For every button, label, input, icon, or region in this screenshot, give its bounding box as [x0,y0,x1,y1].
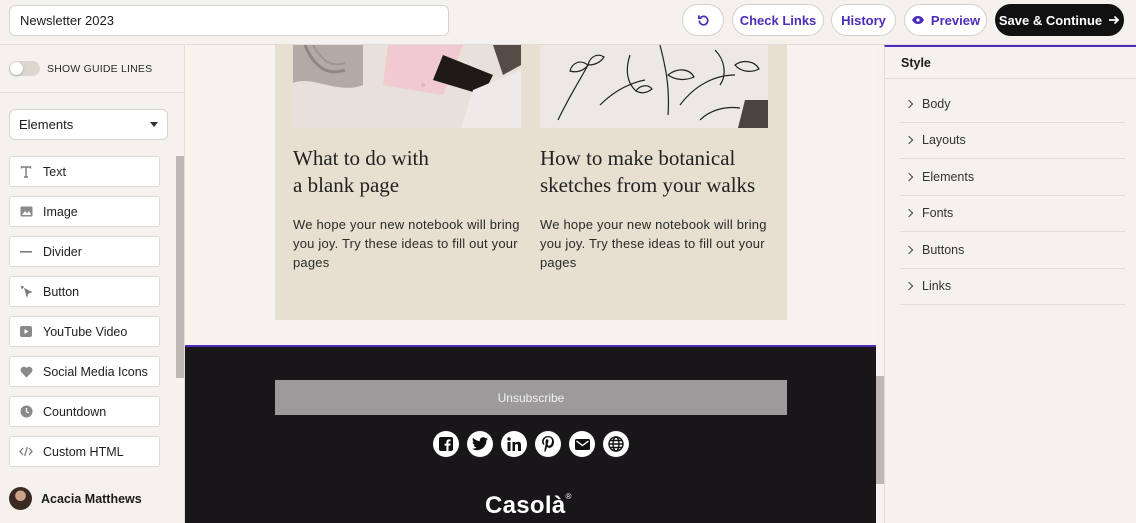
user-name: Acacia Matthews [41,491,142,506]
guide-lines-label: SHOW GUIDE LINES [47,62,153,75]
article-title-line: sketches from your walks [540,173,756,197]
style-section-buttons[interactable]: Buttons [900,232,1125,269]
article-title[interactable]: What to do with a blank page [293,145,521,199]
article-image-notebook[interactable] [293,45,521,128]
chevron-right-icon [904,209,914,218]
preview-button[interactable]: Preview [904,4,987,36]
eye-icon [911,16,924,24]
element-list: Text Image Divider Button YouTube Video … [9,156,160,476]
chevron-right-icon [904,99,914,108]
save-label: Save & Continue [998,12,1103,28]
style-section-label: Fonts [922,206,954,221]
brand-name: Casolà [485,492,566,519]
sidebar-divider [0,92,184,93]
element-item-divider[interactable]: Divider [9,236,160,267]
element-item-image[interactable]: Image [9,196,160,227]
top-bar: Check Links History Preview Save & Conti… [0,0,1136,45]
preview-label: Preview [930,12,981,28]
sidebar-scroll-thumb[interactable] [176,156,184,378]
undo-icon [697,14,709,26]
globe-icon[interactable] [603,431,629,457]
style-section-label: Elements [922,169,975,184]
element-item-text[interactable]: Text [9,156,160,187]
element-label: Countdown [43,404,107,419]
email-footer[interactable]: Unsubscribe Casolà® [185,345,876,523]
play-icon [19,325,33,339]
style-panel-title: Style [885,47,1136,79]
facebook-icon[interactable] [433,431,459,457]
chevron-right-icon [904,172,914,181]
code-icon [19,445,33,459]
article-title-line: How to make botanical [540,146,736,170]
guide-lines-toggle[interactable] [9,61,40,76]
element-label: Social Media Icons [43,364,148,379]
undo-button[interactable] [682,4,724,36]
element-label: Custom HTML [43,444,124,459]
text-icon [19,165,33,179]
style-section-layouts[interactable]: Layouts [900,123,1125,159]
heart-icon [19,365,33,379]
arrow-right-icon [1109,15,1120,25]
newsletter-title-input[interactable] [9,5,449,36]
chevron-right-icon [904,245,914,254]
social-icons-row [433,431,629,457]
article-title[interactable]: How to make botanical sketches from your… [540,145,768,199]
image-icon [19,205,33,219]
style-panel: Style Body Layouts Elements Fonts Button… [884,45,1136,523]
chevron-right-icon [904,136,914,145]
clock-icon [19,405,33,419]
save-continue-button[interactable]: Save & Continue [995,4,1124,36]
unsubscribe-button[interactable]: Unsubscribe [275,380,787,415]
brand-logo: Casolà® [485,492,572,520]
element-label: Image [43,204,78,219]
cursor-icon [19,285,33,299]
element-item-button[interactable]: Button [9,276,160,307]
style-section-links[interactable]: Links [900,269,1125,305]
element-item-youtube[interactable]: YouTube Video [9,316,160,347]
divider-icon [19,245,33,259]
element-item-social[interactable]: Social Media Icons [9,356,160,387]
article-body[interactable]: We hope your new notebook will bring you… [293,215,521,272]
caret-down-icon [150,122,158,127]
article-image-botanical[interactable] [540,45,768,128]
element-label: Button [43,284,80,299]
style-section-label: Buttons [922,242,965,257]
style-section-label: Body [922,96,951,111]
style-section-elements[interactable]: Elements [900,159,1125,196]
canvas-scrollbar-thumb[interactable] [876,376,884,484]
chevron-right-icon [904,282,914,291]
article-title-line: What to do with [293,146,429,170]
element-item-custom-html[interactable]: Custom HTML [9,436,160,467]
history-button[interactable]: History [831,4,896,36]
style-section-label: Layouts [922,133,966,148]
registered-mark: ® [565,492,572,501]
element-item-countdown[interactable]: Countdown [9,396,160,427]
twitter-icon[interactable] [467,431,493,457]
style-section-label: Links [922,279,952,294]
style-section-body[interactable]: Body [900,86,1125,123]
elements-sidebar: SHOW GUIDE LINES Elements Text Image Div… [0,45,185,523]
avatar [9,487,32,510]
guide-lines-row: SHOW GUIDE LINES [9,61,152,76]
linkedin-icon[interactable] [501,431,527,457]
element-label: Text [43,164,66,179]
elements-dropdown[interactable]: Elements [9,109,168,140]
article-title-line: a blank page [293,173,400,197]
element-label: Divider [43,244,82,259]
pinterest-icon[interactable] [535,431,561,457]
email-icon[interactable] [569,431,595,457]
element-label: YouTube Video [43,324,128,339]
article-body[interactable]: We hope your new notebook will bring you… [540,215,768,272]
elements-dropdown-value: Elements [19,117,74,132]
user-profile[interactable]: Acacia Matthews [9,487,142,510]
style-section-fonts[interactable]: Fonts [900,196,1125,232]
style-section-list: Body Layouts Elements Fonts Buttons Link… [900,86,1125,305]
sidebar-scrollbar[interactable] [176,156,184,472]
email-canvas: What to do with a blank page How to make… [185,45,876,523]
check-links-button[interactable]: Check Links [732,4,824,36]
